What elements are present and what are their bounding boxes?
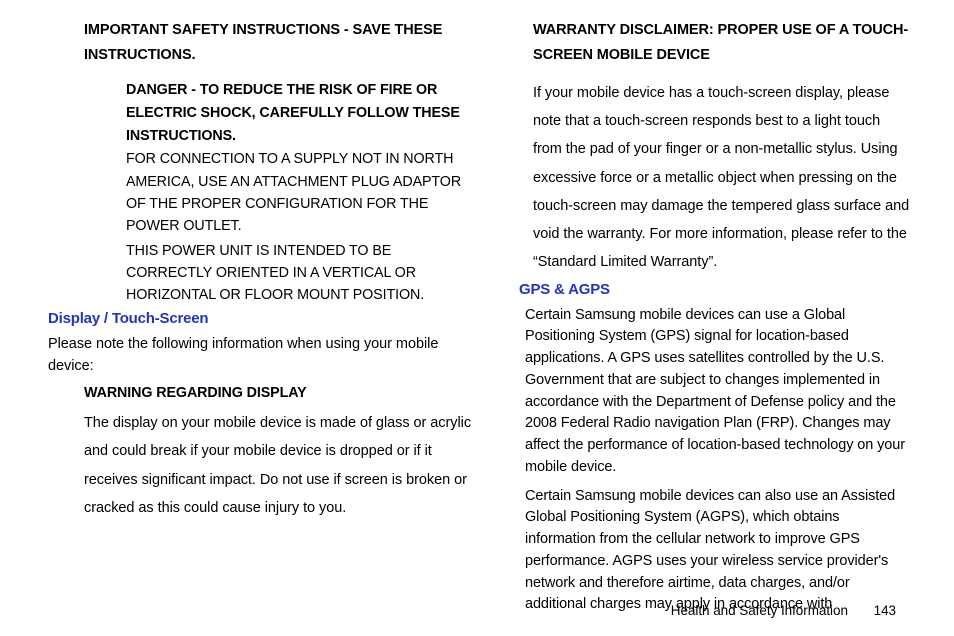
- warranty-disclaimer-body: If your mobile device has a touch-screen…: [533, 79, 912, 277]
- safety-indent-block: DANGER - TO REDUCE THE RISK OF FIRE OR E…: [84, 79, 477, 307]
- gps-agps-heading: GPS & AGPS: [519, 281, 912, 298]
- connection-instruction: FOR CONNECTION TO A SUPPLY NOT IN NORTH …: [126, 148, 477, 237]
- warning-display-heading: WARNING REGARDING DISPLAY: [84, 385, 477, 401]
- footer-section-title: Health and Safety Information: [671, 603, 848, 618]
- warranty-disclaimer-heading: WARRANTY DISCLAIMER: PROPER USE OF A TOU…: [533, 18, 912, 69]
- right-column: WARRANTY DISCLAIMER: PROPER USE OF A TOU…: [519, 18, 912, 623]
- warning-display-body: The display on your mobile device is mad…: [84, 409, 477, 522]
- gps-paragraph-1: Certain Samsung mobile devices can use a…: [525, 305, 912, 479]
- page-content: IMPORTANT SAFETY INSTRUCTIONS - SAVE THE…: [48, 18, 912, 623]
- footer-page-number: 143: [874, 603, 896, 618]
- display-note: Please note the following information wh…: [48, 334, 477, 378]
- left-column: IMPORTANT SAFETY INSTRUCTIONS - SAVE THE…: [48, 18, 477, 623]
- display-touchscreen-heading: Display / Touch-Screen: [48, 310, 477, 327]
- power-unit-instruction: THIS POWER UNIT IS INTENDED TO BE CORREC…: [126, 240, 477, 306]
- safety-instructions-heading: IMPORTANT SAFETY INSTRUCTIONS - SAVE THE…: [84, 18, 477, 69]
- right-indent-block: WARRANTY DISCLAIMER: PROPER USE OF A TOU…: [519, 18, 912, 277]
- danger-warning: DANGER - TO REDUCE THE RISK OF FIRE OR E…: [126, 79, 477, 148]
- page-footer: Health and Safety Information 143: [671, 603, 896, 618]
- gps-paragraph-2: Certain Samsung mobile devices can also …: [525, 486, 912, 617]
